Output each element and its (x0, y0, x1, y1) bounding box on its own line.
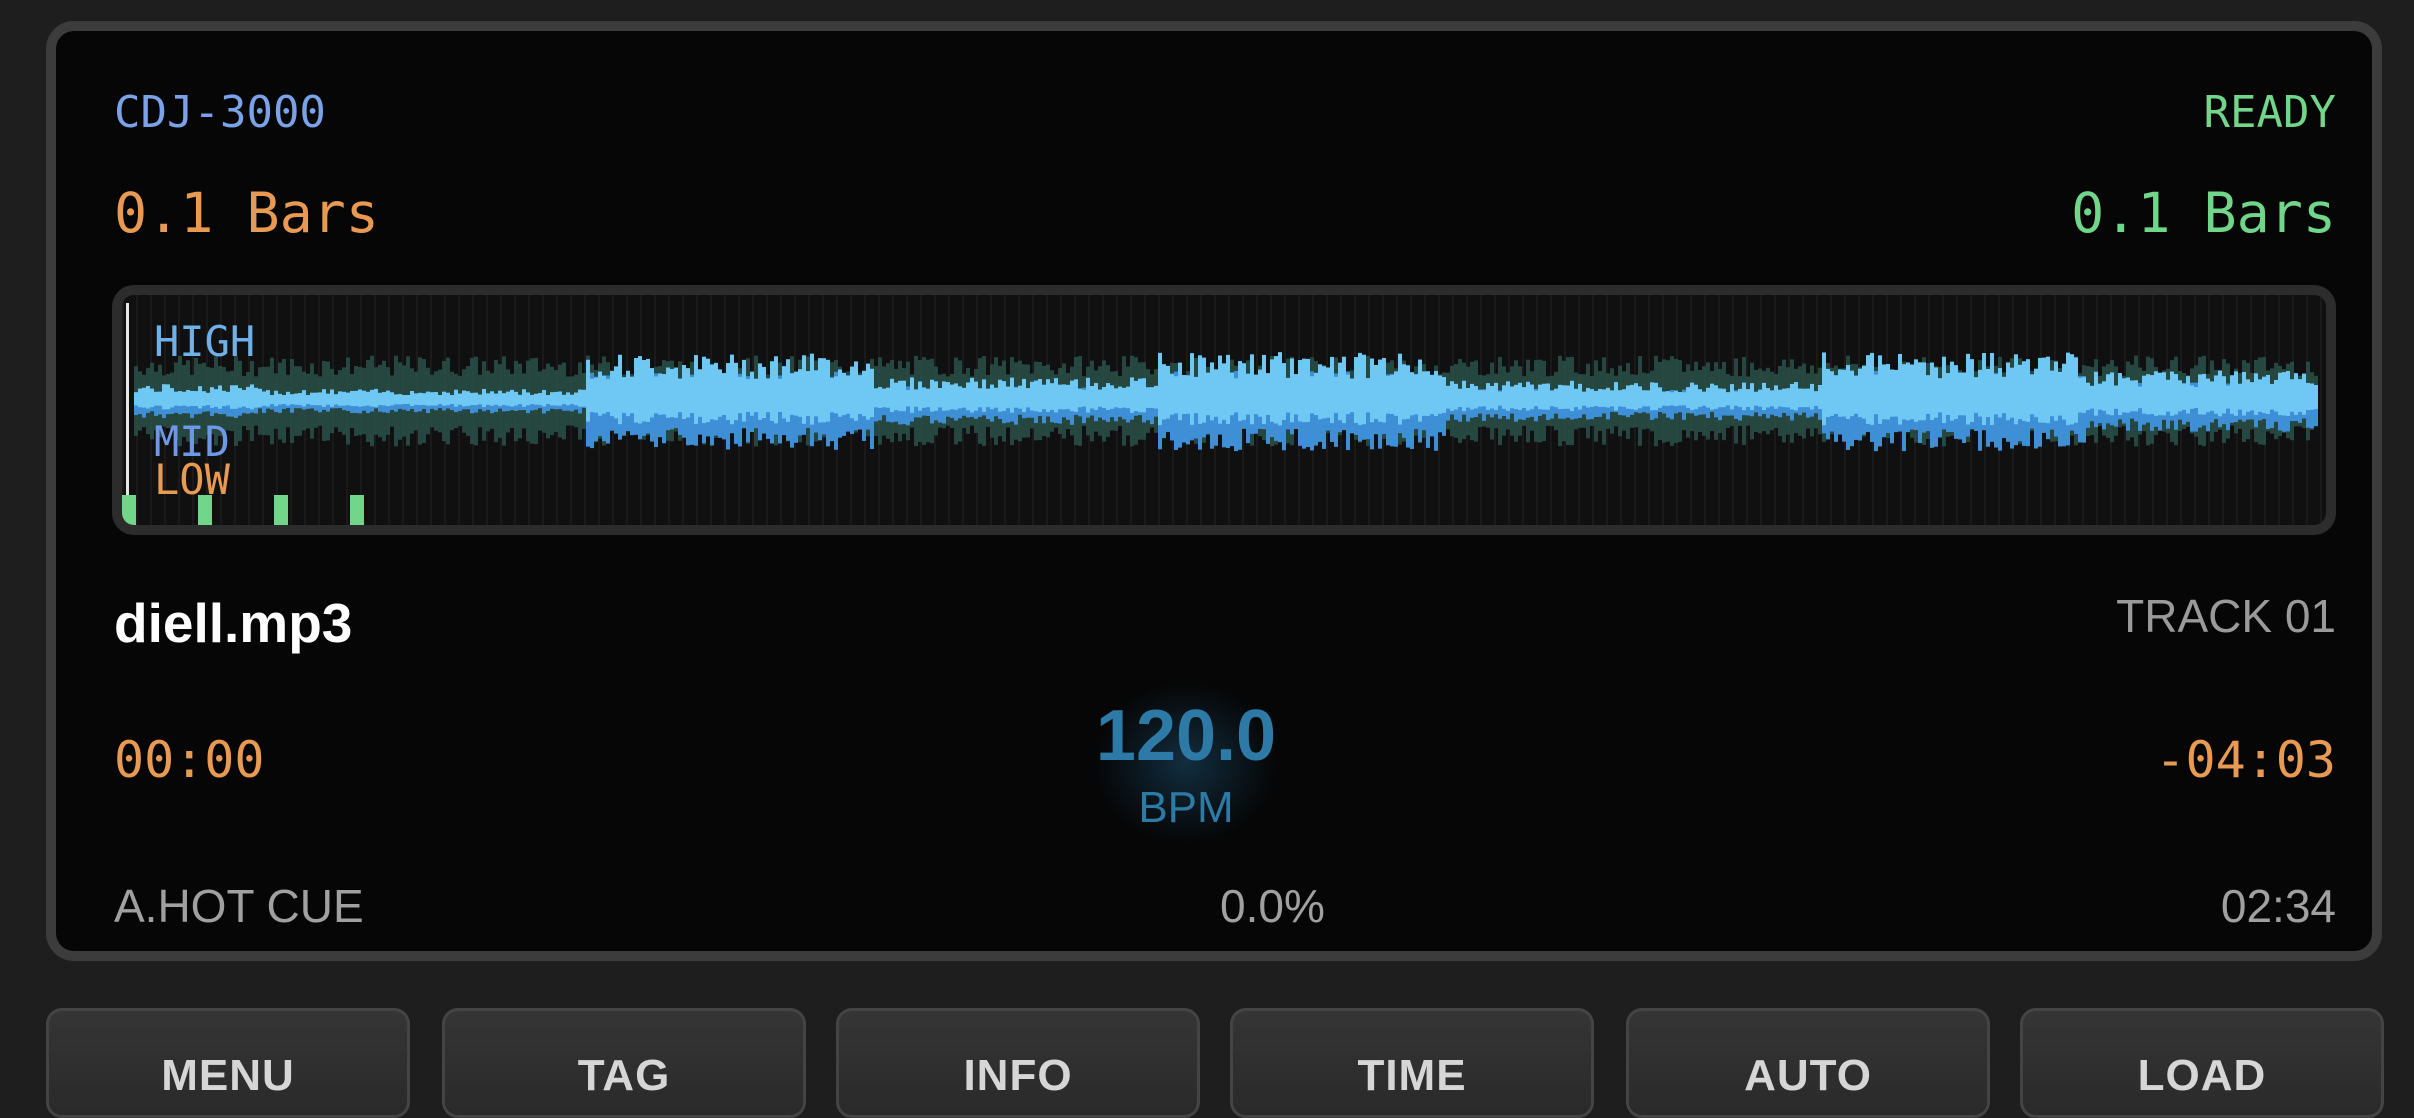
band-high-label: HIGH (154, 317, 256, 366)
cue-mode: A.HOT CUE (114, 880, 364, 932)
bars-right: 0.1 Bars (2071, 181, 2336, 245)
bpm-label: BPM (1138, 783, 1234, 832)
band-low-label: LOW (154, 455, 230, 504)
auto-button[interactable]: AUTO (1626, 1008, 1990, 1118)
info-button[interactable]: INFO (836, 1008, 1200, 1118)
total-time: 02:34 (2220, 880, 2336, 932)
bars-left: 0.1 Bars (114, 181, 379, 245)
load-button[interactable]: LOAD (2020, 1008, 2384, 1118)
remaining-time: -04:03 (2155, 731, 2336, 789)
model-name: CDJ-3000 (114, 87, 326, 138)
bpm-value: 120.0 (1095, 696, 1277, 776)
elapsed-time: 00:00 (114, 731, 265, 789)
time-button[interactable]: TIME (1230, 1008, 1594, 1118)
track-name: diell.mp3 (114, 592, 353, 654)
waveform-graphic (122, 295, 2322, 525)
menu-button[interactable]: MENU (46, 1008, 410, 1118)
waveform-display[interactable]: HIGH MID LOW (112, 285, 2336, 535)
track-number: TRACK 01 (2116, 590, 2336, 642)
status-indicator: READY (2203, 87, 2336, 138)
pitch-percent: 0.0% (1220, 880, 1325, 932)
bpm-display: 120.0 BPM (1076, 663, 1296, 863)
tag-button[interactable]: TAG (442, 1008, 806, 1118)
deck-display: CDJ-3000 READY 0.1 Bars 0.1 Bars HIGH MI… (46, 21, 2382, 961)
